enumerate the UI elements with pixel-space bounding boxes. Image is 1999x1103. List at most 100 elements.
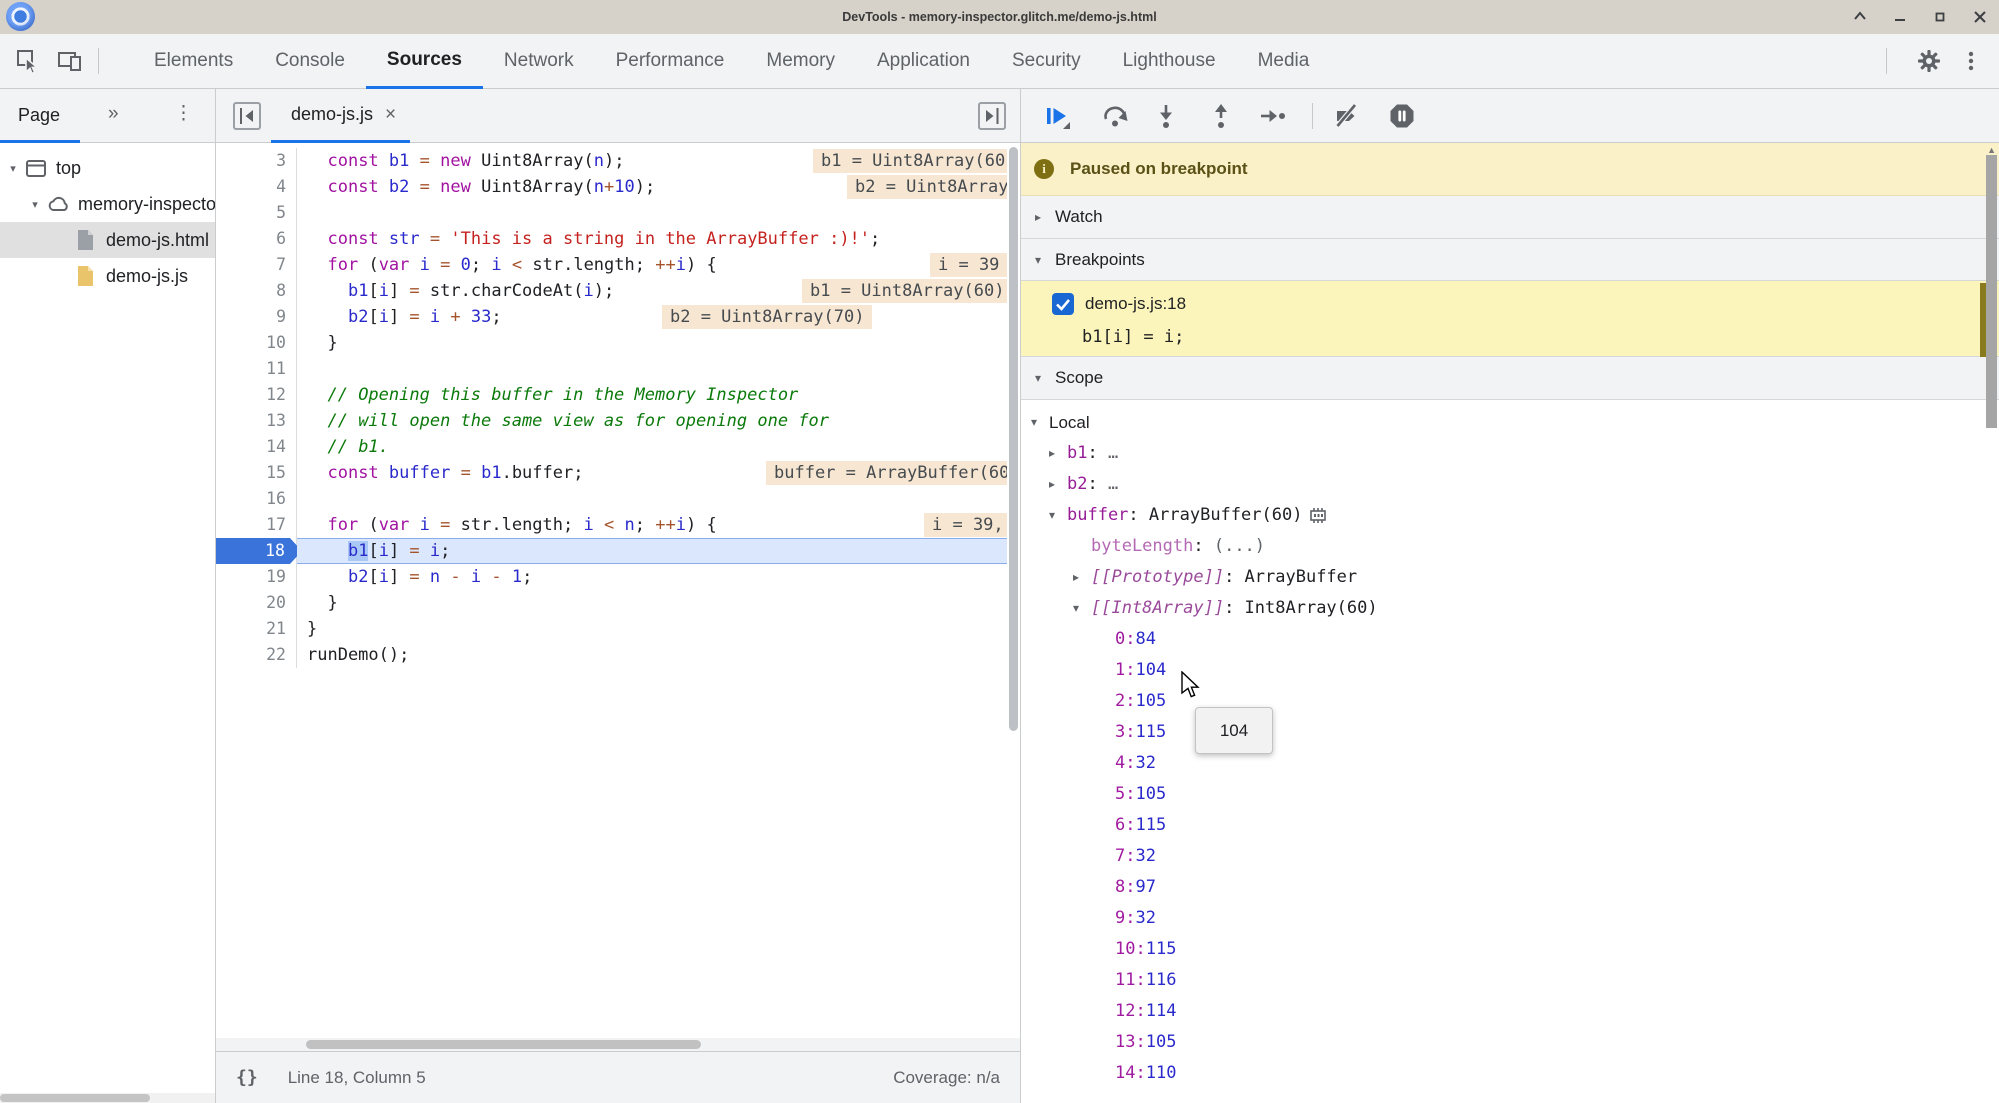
inspect-element-icon[interactable] <box>14 47 42 75</box>
breakpoints-section-header[interactable]: ▾ Breakpoints <box>1021 239 1999 281</box>
caret-down-icon[interactable]: ▾ <box>1073 593 1091 624</box>
deactivate-breakpoints-button[interactable] <box>1333 102 1361 130</box>
execution-line-badge[interactable]: 18 <box>216 538 302 564</box>
tab-demo-js[interactable]: demo-js.js × <box>271 89 411 143</box>
code-text[interactable]: const buffer = b1.buffer; buffer = ArrayB… <box>297 460 1020 486</box>
show-debugger-sidebar-icon[interactable] <box>978 102 1006 135</box>
code-text[interactable] <box>297 356 1008 382</box>
code-text[interactable]: // Opening this buffer in the Memory Ins… <box>297 382 1008 408</box>
line-number-14[interactable]: 14 <box>216 434 297 460</box>
code-text[interactable] <box>297 486 1008 512</box>
line-number-9[interactable]: 9 <box>216 304 297 330</box>
scope-row-local[interactable]: ▾ Local <box>1021 407 1999 438</box>
settings-gear-icon[interactable] <box>1915 47 1943 75</box>
code-text[interactable]: for (var i = str.length; i < n; ++i) {i … <box>297 512 1020 538</box>
scope-row-6[interactable]: 6: 115 <box>1021 810 1999 841</box>
caret-down-icon[interactable]: ▾ <box>1049 500 1067 531</box>
close-tab-icon[interactable]: × <box>385 104 396 126</box>
tab-lighthouse[interactable]: Lighthouse <box>1102 34 1237 89</box>
caret-right-icon[interactable]: ▸ <box>1049 438 1067 469</box>
scope-row-13[interactable]: 13: 105 <box>1021 1027 1999 1058</box>
caret-right-icon[interactable]: ▸ <box>1035 210 1055 224</box>
editor-vertical-scrollbar[interactable] <box>1007 143 1020 1035</box>
code-text[interactable]: runDemo(); <box>297 642 1008 668</box>
code-text[interactable]: const b1 = new Uint8Array(n); b1 = Uint8A… <box>297 148 1020 174</box>
more-tabs-icon[interactable]: » <box>108 103 119 125</box>
line-number-22[interactable]: 22 <box>216 642 297 668</box>
file-tree-item-demo-js-html[interactable]: demo-js.html <box>0 222 215 258</box>
tab-performance[interactable]: Performance <box>595 34 746 89</box>
breakpoint-checkbox[interactable] <box>1052 293 1074 315</box>
tab-application[interactable]: Application <box>856 34 991 89</box>
navigator-overflow-icon[interactable]: ⋮ <box>174 102 193 125</box>
window-maximize-icon[interactable] <box>1931 8 1949 26</box>
line-number-12[interactable]: 12 <box>216 382 297 408</box>
line-number-17[interactable]: 17 <box>216 512 297 538</box>
caret-down-icon[interactable]: ▾ <box>1035 371 1055 385</box>
line-number-15[interactable]: 15 <box>216 460 297 486</box>
window-restore-icon[interactable] <box>1851 8 1869 26</box>
code-text[interactable]: } <box>297 616 1008 642</box>
scope-row-8[interactable]: 8: 97 <box>1021 872 1999 903</box>
tab-elements[interactable]: Elements <box>133 34 254 89</box>
code-text[interactable]: // will open the same view as for openin… <box>297 408 1008 434</box>
scope-row-7[interactable]: 7: 32 <box>1021 841 1999 872</box>
tab-page[interactable]: Page <box>0 89 81 143</box>
window-minimize-icon[interactable] <box>1891 8 1909 26</box>
scope-row-4[interactable]: 4: 32 <box>1021 748 1999 779</box>
pause-on-exceptions-button[interactable] <box>1388 102 1416 130</box>
scroll-up-icon[interactable]: ▲ <box>1987 145 1996 155</box>
step-button[interactable] <box>1258 102 1286 130</box>
code-editor[interactable]: 3 const b1 = new Uint8Array(n); b1 = Uint… <box>216 143 1020 668</box>
memory-inspector-icon[interactable] <box>1302 500 1328 531</box>
debugger-vertical-scrollbar[interactable] <box>1986 155 1997 428</box>
scope-row-5[interactable]: 5: 105 <box>1021 779 1999 810</box>
device-toolbar-icon[interactable] <box>56 47 84 75</box>
more-options-icon[interactable] <box>1957 47 1985 75</box>
line-number-6[interactable]: 6 <box>216 226 297 252</box>
scope-row-10[interactable]: 10: 115 <box>1021 934 1999 965</box>
line-number-7[interactable]: 7 <box>216 252 297 278</box>
code-text[interactable] <box>297 200 1008 226</box>
line-number-10[interactable]: 10 <box>216 330 297 356</box>
caret-right-icon[interactable]: ▸ <box>1073 562 1091 593</box>
line-number-5[interactable]: 5 <box>216 200 297 226</box>
line-number-4[interactable]: 4 <box>216 174 297 200</box>
code-text[interactable]: const b2 = new Uint8Array(n+10); b2 = Uin… <box>297 174 1020 200</box>
step-into-button[interactable] <box>1152 102 1180 130</box>
caret-right-icon[interactable]: ▸ <box>1049 469 1067 500</box>
line-number-21[interactable]: 21 <box>216 616 297 642</box>
resume-script-button[interactable] <box>1043 102 1071 130</box>
scope-row-11[interactable]: 11: 116 <box>1021 965 1999 996</box>
scope-row-12[interactable]: 12: 114 <box>1021 996 1999 1027</box>
step-over-button[interactable] <box>1101 102 1129 130</box>
code-text[interactable]: b2[i] = n - i - 1; <box>297 564 1008 590</box>
code-text[interactable]: b1[i] = str.charCodeAt(i); b1 = Uint8Arra… <box>297 278 1013 304</box>
scope-row-bytelength[interactable]: byteLength: (...) <box>1021 531 1999 562</box>
tab-console[interactable]: Console <box>254 34 366 89</box>
line-number-13[interactable]: 13 <box>216 408 297 434</box>
code-text[interactable]: } <box>297 590 1008 616</box>
tab-memory[interactable]: Memory <box>745 34 856 89</box>
navigator-horizontal-scrollbar[interactable] <box>0 1093 215 1103</box>
file-tree-item-demo-js-js[interactable]: demo-js.js <box>0 258 215 294</box>
tab-security[interactable]: Security <box>991 34 1102 89</box>
code-text[interactable]: b1[i] = i; <box>297 538 1008 564</box>
scope-row-14[interactable]: 14: 110 <box>1021 1058 1999 1089</box>
scope-row-0[interactable]: 0: 84 <box>1021 624 1999 655</box>
scope-row-1[interactable]: 1: 104 <box>1021 655 1999 686</box>
scope-row-buffer[interactable]: ▾ buffer: ArrayBuffer(60) <box>1021 500 1999 531</box>
scrollbar-thumb[interactable] <box>0 1094 150 1102</box>
file-tree-item-top[interactable]: ▾ top <box>0 150 215 186</box>
scope-row-prototype[interactable]: ▸ [[Prototype]]: ArrayBuffer <box>1021 562 1999 593</box>
editor-horizontal-scrollbar[interactable] <box>216 1038 1020 1051</box>
hide-navigator-icon[interactable] <box>233 102 261 135</box>
code-text[interactable]: for (var i = 0; i < str.length; ++i) {i … <box>297 252 1008 278</box>
code-text[interactable]: const str = 'This is a string in the Arr… <box>297 226 1008 252</box>
line-number-8[interactable]: 8 <box>216 278 297 304</box>
scope-row-b2[interactable]: ▸ b2: … <box>1021 469 1999 500</box>
breakpoint-entry[interactable]: demo-js.js:18 b1[i] = i; <box>1021 281 1999 357</box>
line-number-3[interactable]: 3 <box>216 148 297 174</box>
line-number-18[interactable]: 18 <box>216 538 302 564</box>
step-out-button[interactable] <box>1207 102 1235 130</box>
